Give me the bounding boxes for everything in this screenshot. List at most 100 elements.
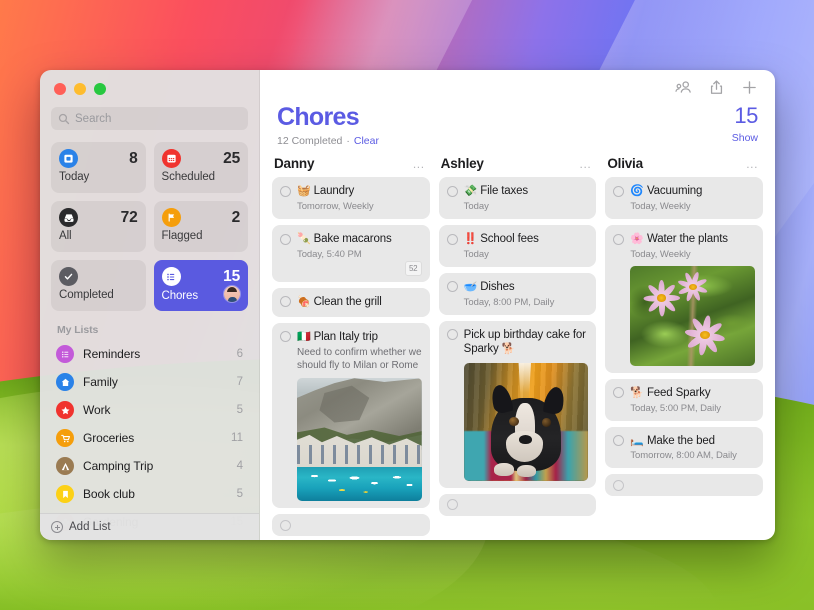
assignee-columns: Danny ... 🧺 Laundry Tomorrow, Weekly [260, 147, 775, 540]
reminder-title: 🌸 Water the plants [630, 232, 755, 247]
new-reminder-row[interactable] [272, 514, 430, 536]
complete-toggle[interactable] [280, 331, 291, 342]
complete-toggle[interactable] [280, 234, 291, 245]
complete-toggle[interactable] [613, 186, 624, 197]
complete-toggle[interactable] [280, 186, 291, 197]
complete-toggle[interactable] [447, 329, 458, 340]
reminder-photo-dog[interactable] [464, 363, 589, 481]
sidebar-item-family[interactable]: Family 7 [48, 368, 251, 396]
smart-list-flagged[interactable]: 2 Flagged [154, 201, 249, 252]
reminder-due: Tomorrow, Weekly [297, 201, 422, 212]
chores-label: Chores [162, 290, 198, 302]
complete-toggle[interactable] [447, 234, 458, 245]
clear-button[interactable]: Clear [354, 135, 379, 147]
reminder-photo-italy[interactable] [297, 378, 422, 501]
reminder-title-text: Plan Italy trip [314, 331, 378, 343]
show-completed-button[interactable]: Show [732, 132, 758, 144]
column-more-button[interactable]: ... [413, 160, 425, 168]
reminder-title-text: File taxes [480, 185, 528, 197]
share-people-icon[interactable] [675, 79, 692, 96]
my-lists: Reminders 6 Family 7 Work 5 [40, 340, 259, 540]
reminder-title-text: School fees [480, 233, 538, 245]
add-reminder-icon[interactable] [741, 79, 758, 96]
complete-toggle[interactable] [613, 234, 624, 245]
smart-list-all[interactable]: 72 All [51, 201, 146, 252]
reminder-title: 🍡 Bake macarons [297, 232, 422, 247]
flag-icon [162, 208, 181, 227]
flagged-label: Flagged [162, 230, 241, 242]
scheduled-count: 25 [223, 150, 240, 168]
complete-toggle[interactable] [447, 281, 458, 292]
reminder-title: 🧺 Laundry [297, 184, 422, 199]
smart-list-completed[interactable]: Completed [51, 260, 146, 311]
reminder-card[interactable]: 🍡 Bake macarons Today, 5:40 PM 52 [272, 225, 430, 282]
close-button[interactable] [54, 83, 66, 95]
reminder-card[interactable]: Pick up birthday cake for Sparky 🐕 [439, 321, 597, 488]
complete-toggle[interactable] [280, 296, 291, 307]
column-olivia: Olivia ... 🌀 Vacuuming Today, Weekly [605, 156, 763, 540]
reminder-card[interactable]: 🧺 Laundry Tomorrow, Weekly [272, 177, 430, 219]
sidebar-item-groceries[interactable]: Groceries 11 [48, 424, 251, 452]
sidebar-item-camping-trip[interactable]: Camping Trip 4 [48, 452, 251, 480]
checkmark-icon [59, 267, 78, 286]
list-icon [162, 267, 181, 286]
flagged-count: 2 [232, 209, 240, 227]
today-label: Today [59, 171, 138, 183]
search-icon [58, 113, 70, 125]
calendar-icon [162, 149, 181, 168]
list-label: Camping Trip [83, 459, 228, 473]
list-header: Chores 12 Completed · Clear 15 Show [260, 104, 775, 147]
new-reminder-row[interactable] [605, 474, 763, 496]
list-count: 7 [237, 376, 243, 388]
complete-toggle[interactable] [613, 480, 624, 491]
sidebar-item-reminders[interactable]: Reminders 6 [48, 340, 251, 368]
add-list-button[interactable]: Add List [40, 513, 259, 540]
attachment-badge[interactable]: 52 [405, 261, 422, 276]
today-count: 8 [129, 150, 137, 168]
reminder-card[interactable]: 🐕 Feed Sparky Today, 5:00 PM, Daily [605, 379, 763, 421]
reminder-card[interactable]: 🛏️ Make the bed Tomorrow, 8:00 AM, Daily [605, 427, 763, 469]
share-icon[interactable] [708, 79, 725, 96]
desktop-wallpaper: Search 8 Today [0, 0, 814, 610]
reminder-photo-flowers[interactable] [630, 266, 755, 366]
complete-toggle[interactable] [447, 499, 458, 510]
column-more-button[interactable]: ... [746, 160, 758, 168]
sidebar-item-book-club[interactable]: Book club 5 [48, 480, 251, 508]
reminder-card[interactable]: 💸 File taxes Today [439, 177, 597, 219]
complete-toggle[interactable] [613, 435, 624, 446]
complete-toggle[interactable] [447, 186, 458, 197]
list-label: Book club [83, 487, 228, 501]
search-input[interactable]: Search [51, 107, 248, 130]
reminder-card[interactable]: 🇮🇹 Plan Italy trip Need to confirm wheth… [272, 323, 430, 509]
reminder-title: 🍖 Clean the grill [297, 295, 422, 310]
reminder-card[interactable]: 🍖 Clean the grill [272, 288, 430, 317]
reminder-card[interactable]: 🌸 Water the plants Today, Weekly [605, 225, 763, 373]
reminder-card[interactable]: 🌀 Vacuuming Today, Weekly [605, 177, 763, 219]
bookmark-icon [56, 485, 74, 503]
smart-list-today[interactable]: 8 Today [51, 142, 146, 193]
zoom-button[interactable] [94, 83, 106, 95]
complete-toggle[interactable] [613, 387, 624, 398]
column-title: Danny [274, 156, 314, 171]
sidebar: Search 8 Today [40, 70, 260, 540]
complete-toggle[interactable] [280, 520, 291, 531]
column-more-button[interactable]: ... [580, 160, 592, 168]
sidebar-item-work[interactable]: Work 5 [48, 396, 251, 424]
window-traffic-lights [40, 70, 259, 102]
minimize-button[interactable] [74, 83, 86, 95]
reminder-title: 🥣 Dishes [464, 280, 589, 295]
smart-list-scheduled[interactable]: 25 Scheduled [154, 142, 249, 193]
card-list: 🧺 Laundry Tomorrow, Weekly 🍡 Bake macaro… [272, 177, 430, 536]
reminder-title-text: Vacuuming [647, 185, 702, 197]
house-icon [56, 373, 74, 391]
reminder-card[interactable]: ‼️ School fees Today [439, 225, 597, 267]
italy-flag-emoji-icon: 🇮🇹 [297, 331, 311, 343]
blossom-emoji-icon: 🌸 [630, 233, 644, 245]
list-count: 6 [237, 348, 243, 360]
reminder-due: Today, 8:00 PM, Daily [464, 297, 589, 308]
plus-circle-icon [51, 521, 63, 533]
list-count: 5 [237, 488, 243, 500]
reminder-card[interactable]: 🥣 Dishes Today, 8:00 PM, Daily [439, 273, 597, 315]
new-reminder-row[interactable] [439, 494, 597, 516]
smart-list-chores[interactable]: 15 Chores [154, 260, 249, 311]
